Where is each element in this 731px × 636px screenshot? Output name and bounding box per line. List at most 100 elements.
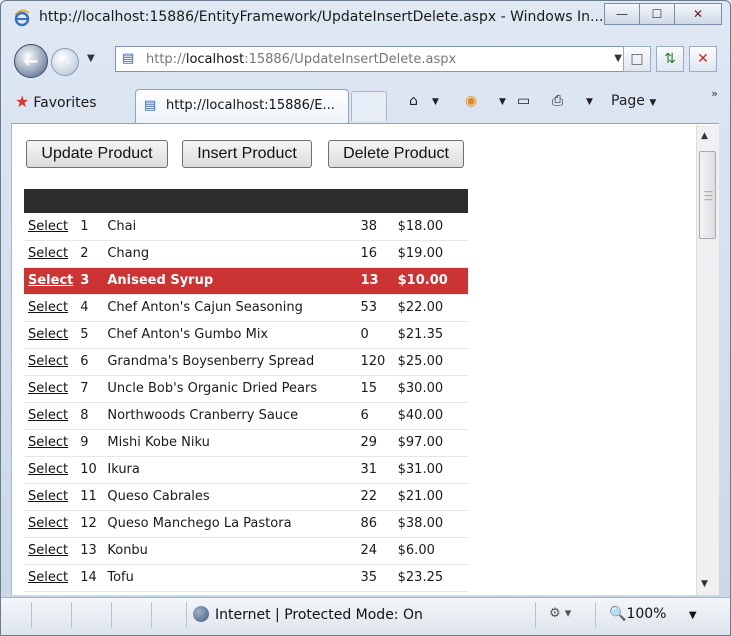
product-id-cell: 1	[80, 218, 89, 234]
refresh-button[interactable]: ⇅	[656, 46, 684, 72]
product-id-cell: 7	[80, 381, 89, 396]
table-row: Select 10 Ikura 31 $31.00	[24, 456, 468, 483]
status-bar: Internet | Protected Mode: On ⚙ ▾ 🔍100% …	[1, 597, 730, 635]
product-name-cell: Chef Anton's Gumbo Mix	[107, 327, 269, 342]
popup-settings-icon[interactable]: ⚙ ▾	[549, 606, 571, 621]
product-name-cell: Queso Manchego La Pastora	[107, 516, 292, 531]
product-name-cell: Grandma's Boysenberry Spread	[107, 354, 315, 369]
select-link[interactable]: Select	[28, 408, 68, 423]
units-in-stock-cell: 29	[360, 435, 378, 450]
product-id-cell: 14	[80, 570, 97, 585]
select-link[interactable]: Select	[28, 543, 68, 558]
product-id-cell: 8	[80, 408, 89, 423]
select-link[interactable]: Select	[28, 381, 68, 396]
unit-price-cell: $38.00	[397, 516, 444, 531]
units-in-stock-cell: 24	[360, 543, 378, 558]
favorites-label: Favorites	[33, 95, 97, 111]
select-link[interactable]: Select	[28, 246, 68, 261]
url-scheme: http://	[146, 52, 186, 67]
units-in-stock-cell: 6	[360, 408, 369, 423]
tab-label: http://localhost:15886/E...	[166, 98, 335, 113]
select-link[interactable]: Select	[28, 462, 68, 477]
read-mail-icon[interactable]: ▭	[517, 93, 530, 109]
select-link[interactable]: Select	[28, 516, 68, 531]
tab-active[interactable]: ▤ http://localhost:15886/E...	[135, 89, 349, 123]
select-cell: Select	[24, 510, 80, 537]
tab-page-icon: ▤	[144, 98, 157, 113]
unit-price-cell: $97.00	[397, 435, 444, 450]
globe-icon	[193, 606, 209, 622]
select-link[interactable]: Select	[28, 354, 68, 369]
feeds-icon[interactable]: ◉	[465, 93, 477, 109]
favorites-button[interactable]: ★ Favorites	[15, 92, 97, 111]
unit-price-cell: $25.00	[397, 354, 444, 369]
vertical-scrollbar[interactable]: ▲ — — — ▼	[696, 125, 719, 595]
product-id-cell: 12	[80, 516, 97, 531]
unit-price-cell: $10.00	[397, 273, 448, 288]
window-title: http://localhost:15886/EntityFramework/U…	[39, 9, 604, 25]
page-menu-dropdown-icon: ▼	[649, 98, 657, 108]
compatibility-view-button[interactable]: □	[623, 46, 651, 72]
home-dropdown-icon[interactable]: ▼	[432, 97, 439, 107]
window-controls: — ☐ ✕	[604, 3, 722, 25]
update-product-button[interactable]: Update Product	[26, 140, 168, 168]
feeds-dropdown-icon[interactable]: ▼	[499, 97, 506, 107]
product-name-cell: Mishi Kobe Niku	[107, 435, 210, 450]
product-name-cell: Konbu	[107, 543, 148, 558]
page-content: Update Product Insert Product Delete Pro…	[11, 123, 719, 595]
unit-price-cell: $30.00	[397, 381, 444, 396]
select-cell: Select	[24, 321, 80, 348]
product-name-cell: Ikura	[107, 462, 140, 477]
insert-product-button[interactable]: Insert Product	[182, 140, 312, 168]
select-link[interactable]: Select	[28, 300, 68, 315]
product-id-cell: 2	[80, 246, 89, 261]
scrollbar-thumb[interactable]: — — —	[699, 151, 716, 239]
select-cell: Select	[24, 267, 80, 294]
address-bar[interactable]: ▤ http://localhost:15886/UpdateInsertDel…	[115, 46, 631, 72]
units-in-stock-cell: 15	[360, 381, 378, 396]
more-commands-icon[interactable]: »	[711, 87, 718, 100]
refresh-icon: ⇅	[664, 51, 676, 67]
new-tab-button[interactable]	[351, 91, 387, 121]
delete-product-button[interactable]: Delete Product	[328, 140, 464, 168]
history-dropdown-icon[interactable]: ▼	[87, 53, 95, 64]
page-menu[interactable]: Page ▼	[611, 93, 656, 109]
security-zone[interactable]: Internet | Protected Mode: On	[193, 606, 423, 623]
products-grid: Select 1 Chai 38 $18.00 Select 2 Chang 16 $19.00 S…	[24, 189, 468, 592]
product-id-cell: 4	[80, 300, 89, 315]
print-icon[interactable]: ⎙	[552, 93, 563, 109]
unit-price-cell: $21.00	[397, 489, 444, 504]
select-cell: Select	[24, 294, 80, 321]
product-name-cell: Northwoods Cranberry Sauce	[107, 408, 299, 423]
select-cell: Select	[24, 240, 80, 267]
forward-arrow-icon: →	[59, 54, 71, 70]
scroll-up-icon[interactable]: ▲	[701, 131, 708, 141]
address-url: http://localhost:15886/UpdateInsertDelet…	[146, 52, 456, 67]
favorites-star-icon: ★	[15, 92, 30, 111]
select-link[interactable]: Select	[28, 273, 73, 288]
select-link[interactable]: Select	[28, 435, 68, 450]
home-icon[interactable]: ⌂	[409, 93, 418, 109]
zoom-dropdown-icon: ▼	[688, 610, 697, 621]
select-link[interactable]: Select	[28, 570, 68, 585]
units-in-stock-cell: 22	[360, 489, 378, 504]
grid-header-row	[24, 189, 468, 213]
zoom-control[interactable]: 🔍100% ▼	[609, 606, 697, 622]
stop-button[interactable]: ✕	[689, 46, 717, 72]
units-in-stock-cell: 16	[360, 246, 378, 261]
address-dropdown-icon[interactable]: ▼	[614, 53, 622, 64]
print-dropdown-icon[interactable]: ▼	[586, 97, 593, 107]
minimize-button[interactable]: —	[604, 3, 640, 25]
forward-button[interactable]: →	[51, 48, 79, 76]
status-divider	[111, 602, 112, 628]
maximize-button[interactable]: ☐	[639, 3, 675, 25]
select-cell: Select	[24, 375, 80, 402]
scroll-down-icon[interactable]: ▼	[701, 579, 708, 589]
select-cell: Select	[24, 213, 80, 240]
select-link[interactable]: Select	[28, 219, 68, 234]
back-button[interactable]: ←	[14, 44, 48, 78]
close-button[interactable]: ✕	[674, 3, 722, 25]
select-link[interactable]: Select	[28, 327, 68, 342]
table-row: Select 13 Konbu 24 $6.00	[24, 537, 468, 564]
select-link[interactable]: Select	[28, 489, 68, 504]
